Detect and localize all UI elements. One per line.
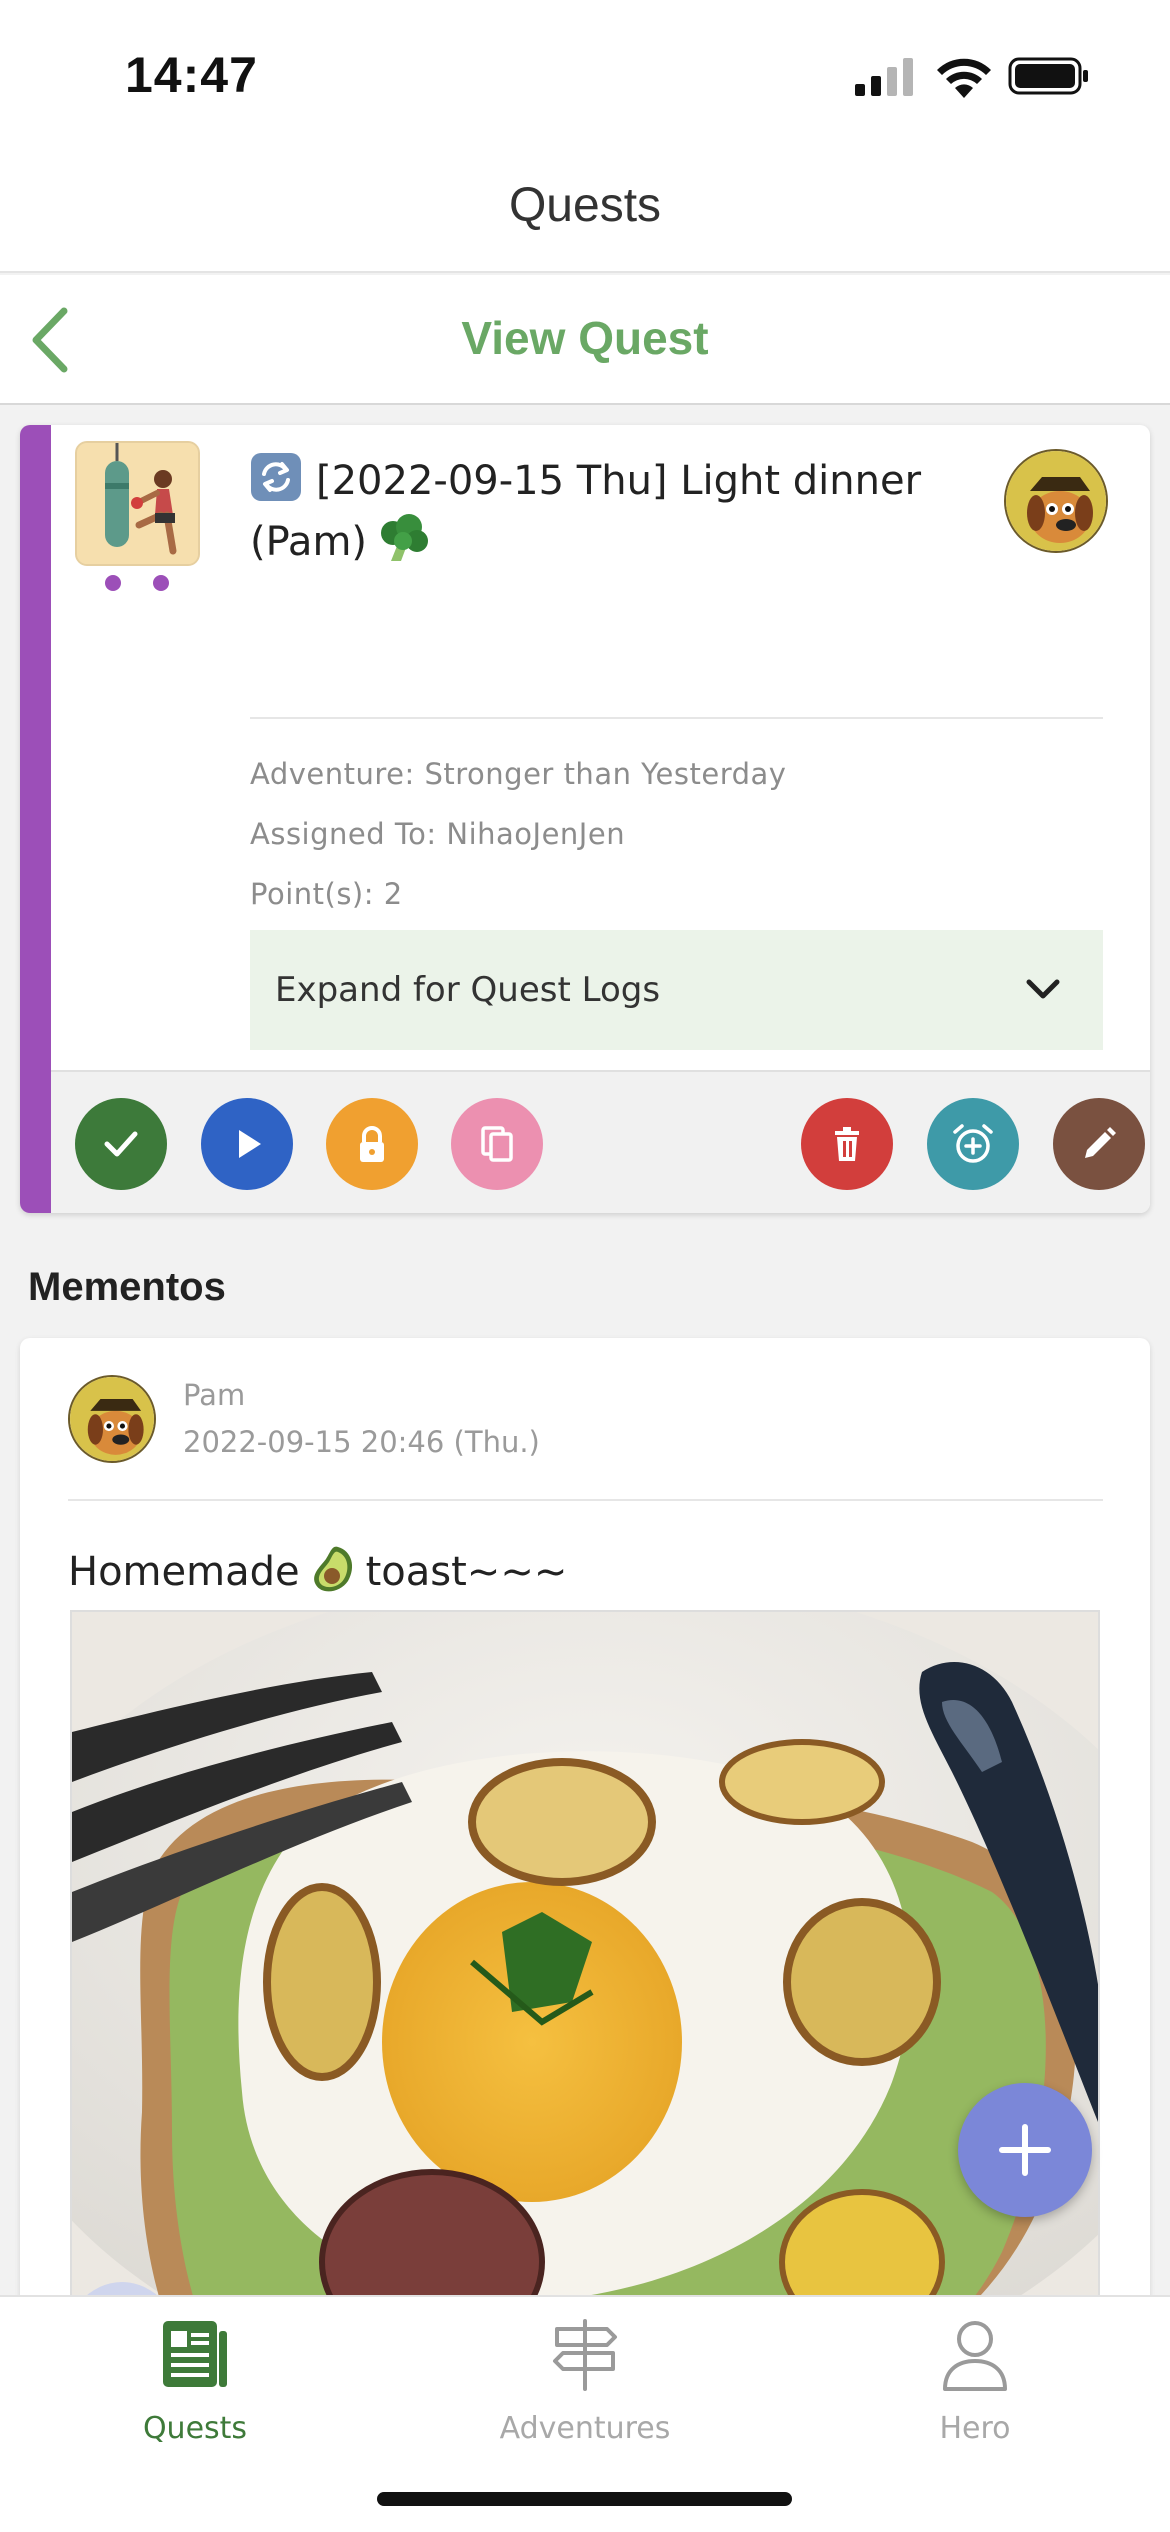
dog-hat-avatar-icon bbox=[70, 1377, 154, 1461]
battery-icon bbox=[1008, 57, 1088, 95]
quest-thumbnail[interactable] bbox=[75, 441, 200, 566]
pencil-icon bbox=[1085, 1127, 1116, 1158]
view-quest-header: View Quest bbox=[0, 275, 1170, 405]
quest-points: Point(s): 2 bbox=[250, 877, 403, 911]
expand-quest-logs-label: Expand for Quest Logs bbox=[275, 970, 661, 1010]
plus-icon bbox=[999, 2124, 1051, 2176]
repeat-icon bbox=[251, 453, 301, 501]
duplicate-quest-button[interactable] bbox=[451, 1098, 543, 1190]
tab-quests[interactable]: Quests bbox=[75, 2317, 315, 2457]
lock-icon bbox=[360, 1126, 384, 1162]
signpost-icon bbox=[553, 2319, 617, 2391]
assignee-avatar[interactable] bbox=[1004, 449, 1108, 553]
avocado-emoji-icon bbox=[313, 1546, 352, 1592]
memento-author-avatar[interactable] bbox=[68, 1375, 156, 1463]
play-icon bbox=[239, 1130, 261, 1158]
chevron-down-icon bbox=[1026, 979, 1060, 999]
tab-quests-label: Quests bbox=[142, 2411, 248, 2446]
quests-document-icon bbox=[163, 2321, 227, 2387]
memento-text-after: toast~~~ bbox=[365, 1549, 568, 1595]
trash-icon bbox=[835, 1127, 859, 1161]
alarm-add-icon bbox=[953, 1124, 993, 1163]
status-dot bbox=[153, 575, 169, 591]
quest-color-stripe bbox=[20, 425, 51, 1213]
memento-author: Pam bbox=[183, 1378, 246, 1412]
page-title: Quests bbox=[508, 179, 662, 232]
home-indicator bbox=[377, 2492, 792, 2506]
delete-quest-button[interactable] bbox=[801, 1098, 893, 1190]
quest-assigned-to: Assigned To: NihaoJenJen bbox=[250, 817, 626, 851]
tab-adventures-label: Adventures bbox=[499, 2411, 671, 2446]
tab-hero[interactable]: Hero bbox=[855, 2317, 1095, 2457]
add-memento-button[interactable] bbox=[958, 2083, 1092, 2217]
boxing-workout-icon bbox=[77, 443, 198, 564]
quest-adventure: Adventure: Stronger than Yesterday bbox=[250, 757, 787, 791]
copy-icon bbox=[481, 1126, 513, 1162]
set-reminder-button[interactable] bbox=[927, 1098, 1019, 1190]
complete-quest-button[interactable] bbox=[75, 1098, 167, 1190]
lock-quest-button[interactable] bbox=[326, 1098, 418, 1190]
memento-date: 2022-09-15 20:46 (Thu.) bbox=[183, 1425, 540, 1459]
quest-action-bar bbox=[51, 1070, 1150, 1213]
dog-hat-avatar-icon bbox=[1006, 451, 1106, 551]
memento-text: Homemade toast~~~ bbox=[68, 1543, 567, 1595]
view-quest-title: View Quest bbox=[461, 312, 709, 364]
start-quest-button[interactable] bbox=[201, 1098, 293, 1190]
status-bar: 14:47 bbox=[0, 0, 1170, 150]
memento-divider bbox=[68, 1499, 1103, 1501]
edit-quest-button[interactable] bbox=[1053, 1098, 1145, 1190]
tab-hero-label: Hero bbox=[939, 2411, 1011, 2446]
app-header: Quests bbox=[0, 150, 1170, 273]
wifi-icon bbox=[937, 58, 991, 98]
expand-quest-logs[interactable]: Expand for Quest Logs bbox=[250, 930, 1103, 1050]
status-time: 14:47 bbox=[125, 47, 258, 103]
status-dot bbox=[105, 575, 121, 591]
mementos-heading: Mementos bbox=[28, 1265, 226, 1309]
check-icon bbox=[104, 1131, 138, 1157]
cellular-signal-icon bbox=[855, 58, 913, 96]
broccoli-emoji-icon bbox=[381, 514, 429, 561]
quest-title: [2022-09-15 Thu] Light dinner (Pam) bbox=[250, 451, 990, 572]
quest-title-text: [2022-09-15 Thu] Light dinner (Pam) bbox=[250, 458, 922, 565]
tab-adventures[interactable]: Adventures bbox=[465, 2317, 705, 2457]
memento-card: Pam 2022-09-15 20:46 (Thu.) Homemade toa… bbox=[20, 1338, 1150, 2438]
person-icon bbox=[943, 2321, 1007, 2391]
quest-card: [2022-09-15 Thu] Light dinner (Pam) Adve… bbox=[20, 425, 1150, 1213]
quest-divider bbox=[250, 717, 1103, 719]
quest-dots bbox=[105, 575, 169, 591]
memento-text-before: Homemade bbox=[68, 1549, 300, 1595]
